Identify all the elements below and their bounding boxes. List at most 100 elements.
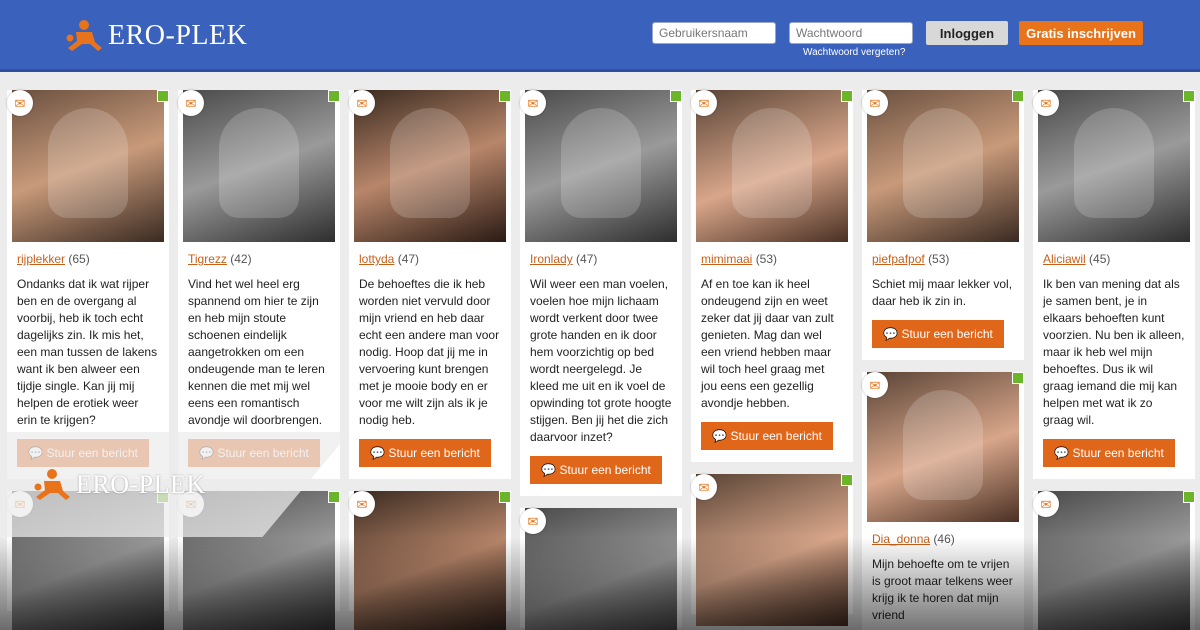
- profile-name-link[interactable]: Tigrezz: [188, 252, 227, 266]
- profile-age: (47): [397, 252, 420, 266]
- profile-name-link[interactable]: mimimaai: [701, 252, 752, 266]
- send-message-button[interactable]: 💬 Stuur een bericht: [701, 422, 833, 450]
- profile-name-line: Dia_donna (46): [872, 532, 1014, 546]
- profile-age: (42): [230, 252, 252, 266]
- profile-photo[interactable]: [354, 90, 506, 242]
- mail-icon[interactable]: ✉: [349, 90, 375, 116]
- profile-column-1: ✉ rijplekker (65) Ondanks dat ik wat rij…: [7, 82, 169, 630]
- profile-photo[interactable]: [1038, 90, 1190, 242]
- online-status-icon: [670, 90, 682, 102]
- profile-card-aliciawil: ✉ Aliciawil (45) Ik ben van mening dat a…: [1033, 90, 1195, 479]
- online-status-icon: [841, 474, 853, 486]
- profile-column-3: ✉ lottyda (47) De behoeftes die ik heb w…: [349, 82, 511, 630]
- mail-icon[interactable]: ✉: [691, 90, 717, 116]
- photo-figure: [903, 390, 983, 500]
- profile-name-line: Tigrezz (42): [188, 252, 330, 266]
- site-header: ERO-PLEK Inloggen Gratis inschrijven Wac…: [0, 0, 1200, 72]
- profile-card-rijplekker: ✉ rijplekker (65) Ondanks dat ik wat rij…: [7, 90, 169, 479]
- profile-name-link[interactable]: Dia_donna: [872, 532, 930, 546]
- profile-column-6: ✉ piefpafpof (53) Schiet mij maar lekker…: [862, 82, 1024, 630]
- profile-photo[interactable]: [696, 90, 848, 242]
- profile-photo[interactable]: [183, 90, 335, 242]
- profile-card-partial: ✉: [520, 508, 682, 630]
- profile-age: (46): [933, 532, 955, 546]
- profile-age: (65): [68, 252, 90, 266]
- profile-card-mimimaai: ✉ mimimaai (53) Af en toe kan ik heel on…: [691, 90, 853, 462]
- online-status-icon: [1012, 372, 1024, 384]
- profile-bio: Ondanks dat ik wat rijper ben en de over…: [17, 277, 158, 427]
- profile-bio: Vind het wel heel erg spannend om hier t…: [188, 277, 325, 427]
- profile-column-7: ✉ Aliciawil (45) Ik ben van mening dat a…: [1033, 82, 1195, 630]
- photo-figure: [390, 108, 470, 218]
- password-input[interactable]: [789, 22, 913, 44]
- online-status-icon: [328, 491, 340, 503]
- mail-icon[interactable]: ✉: [862, 372, 888, 398]
- photo-figure: [219, 108, 299, 218]
- profile-name-link[interactable]: lottyda: [359, 252, 394, 266]
- profile-name-link[interactable]: rijplekker: [17, 252, 65, 266]
- profile-photo[interactable]: [525, 508, 677, 630]
- profile-card-lottyda: ✉ lottyda (47) De behoeftes die ik heb w…: [349, 90, 511, 479]
- profile-bio: Mijn behoefte om te vrijen is groot maar…: [872, 557, 1013, 622]
- profile-bio: Wil weer een man voelen, voelen hoe mijn…: [530, 277, 672, 444]
- profile-name-line: lottyda (47): [359, 252, 501, 266]
- mail-icon[interactable]: ✉: [520, 508, 546, 534]
- profile-name-line: piefpafpof (53): [872, 252, 1014, 266]
- mail-icon[interactable]: ✉: [520, 90, 546, 116]
- send-message-button[interactable]: 💬 Stuur een bericht: [872, 320, 1004, 348]
- site-logo[interactable]: ERO-PLEK: [62, 18, 247, 54]
- profile-photo[interactable]: [12, 90, 164, 242]
- mail-icon[interactable]: ✉: [691, 474, 717, 500]
- login-button[interactable]: Inloggen: [926, 21, 1008, 45]
- online-status-icon: [841, 90, 853, 102]
- send-message-label: Stuur een bericht: [901, 327, 993, 341]
- online-status-icon: [499, 491, 511, 503]
- photo-figure: [48, 108, 128, 218]
- username-input[interactable]: [652, 22, 776, 44]
- profile-photo[interactable]: [867, 90, 1019, 242]
- profile-bio: Schiet mij maar lekker vol, daar heb ik …: [872, 277, 1013, 308]
- watermark-brand-name: ERO-PLEK: [76, 469, 206, 499]
- profile-column-2: ✉ Tigrezz (42) Vind het wel heel erg spa…: [178, 82, 340, 630]
- online-status-icon: [157, 90, 169, 102]
- profile-age: (53): [928, 252, 950, 266]
- profile-name-link[interactable]: Ironlady: [530, 252, 573, 266]
- mail-icon[interactable]: ✉: [7, 90, 33, 116]
- send-message-label: Stuur een bericht: [730, 429, 822, 443]
- send-message-label: Stuur een bericht: [388, 446, 480, 460]
- profile-photo[interactable]: [354, 491, 506, 630]
- profile-card-ironlady: ✉ Ironlady (47) Wil weer een man voelen,…: [520, 90, 682, 496]
- online-status-icon: [1183, 491, 1195, 503]
- profile-age: (45): [1089, 252, 1111, 266]
- mail-icon[interactable]: ✉: [349, 491, 375, 517]
- profile-age: (47): [576, 252, 598, 266]
- send-message-button[interactable]: 💬 Stuur een bericht: [359, 439, 491, 467]
- mail-icon[interactable]: ✉: [178, 90, 204, 116]
- profile-name-link[interactable]: Aliciawil: [1043, 252, 1086, 266]
- send-message-label: Stuur een bericht: [1072, 446, 1164, 460]
- profile-card-partial: ✉: [1033, 491, 1195, 630]
- send-message-button[interactable]: 💬 Stuur een bericht: [530, 456, 662, 484]
- forgot-password-link[interactable]: Wachtwoord vergeten?: [803, 47, 905, 58]
- mail-icon[interactable]: ✉: [1033, 491, 1059, 517]
- profile-photo[interactable]: [525, 90, 677, 242]
- profile-bio: Af en toe kan ik heel ondeugend zijn en …: [701, 277, 834, 410]
- mail-icon[interactable]: ✉: [1033, 90, 1059, 116]
- photo-figure: [1074, 108, 1154, 218]
- send-message-button[interactable]: 💬 Stuur een bericht: [1043, 439, 1175, 467]
- register-button[interactable]: Gratis inschrijven: [1019, 21, 1143, 45]
- profile-name-link[interactable]: piefpafpof: [872, 252, 925, 266]
- profile-name-line: Aliciawil (45): [1043, 252, 1185, 266]
- profile-age: (53): [755, 252, 778, 266]
- mail-icon[interactable]: ✉: [862, 90, 888, 116]
- send-message-label: Stuur een bericht: [559, 463, 651, 477]
- profile-bio: Ik ben van mening dat als je samen bent,…: [1043, 277, 1185, 427]
- profile-name-line: mimimaai (53): [701, 252, 843, 266]
- profile-card-partial: ✉: [691, 474, 853, 626]
- profile-photo[interactable]: [696, 474, 848, 626]
- profile-column-4: ✉ Ironlady (47) Wil weer een man voelen,…: [520, 82, 682, 630]
- profile-photo[interactable]: [1038, 491, 1190, 630]
- profile-card-tigrezz: ✉ Tigrezz (42) Vind het wel heel erg spa…: [178, 90, 340, 479]
- profile-name-line: rijplekker (65): [17, 252, 159, 266]
- profile-photo[interactable]: [867, 372, 1019, 522]
